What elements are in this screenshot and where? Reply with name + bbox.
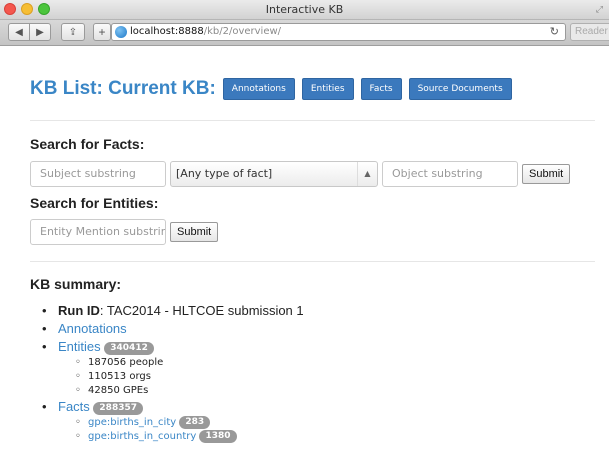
reader-button[interactable]: Reader: [570, 23, 609, 41]
window-title: Interactive KB: [265, 3, 344, 16]
entity-type-item: 110513 orgs: [74, 370, 304, 384]
page-content: KB List: Current KB: Annotations Entitie…: [0, 46, 609, 451]
facts-submit-button[interactable]: Submit: [522, 164, 571, 184]
share-button[interactable]: ⇪: [61, 23, 85, 41]
object-input[interactable]: Object substring: [382, 161, 518, 187]
annotations-link[interactable]: Annotations: [58, 321, 127, 336]
fact-type-link[interactable]: gpe:births_in_country: [88, 431, 196, 442]
address-bar[interactable]: localhost:8888/kb/2/overview/ ↻: [111, 23, 566, 41]
fact-type-item: gpe:births_in_country 1380: [74, 430, 304, 444]
divider: [30, 120, 595, 121]
url-host: localhost:8888: [130, 26, 204, 37]
page-header: KB List: Current KB: Annotations Entitie…: [30, 78, 519, 100]
run-id-item: Run ID: TAC2014 - HLTCOE submission 1: [40, 302, 304, 320]
entity-search-heading: Search for Entities:: [30, 195, 159, 211]
globe-icon: [115, 26, 127, 38]
forward-button[interactable]: ▶: [29, 23, 51, 41]
facts-search-heading: Search for Facts:: [30, 136, 145, 152]
facts-link[interactable]: Facts: [58, 399, 90, 414]
entities-link[interactable]: Entities: [58, 339, 101, 354]
entities-item: Entities 340412 187056 people 110513 org…: [40, 338, 304, 398]
window-titlebar: Interactive KB ⤢: [0, 0, 609, 20]
entities-count-badge: 340412: [104, 342, 154, 355]
new-tab-button[interactable]: +: [93, 23, 111, 41]
entity-type-item: 187056 people: [74, 356, 304, 370]
fullscreen-icon[interactable]: ⤢: [596, 4, 603, 15]
browser-toolbar: ◀ ▶ ⇪ + localhost:8888/kb/2/overview/ ↻ …: [0, 20, 609, 46]
entities-submit-button[interactable]: Submit: [170, 222, 219, 242]
run-id-label: Run ID: [58, 303, 100, 318]
fact-type-count-badge: 283: [179, 416, 211, 429]
subject-input[interactable]: Subject substring: [30, 161, 166, 187]
source-documents-button[interactable]: Source Documents: [408, 78, 512, 100]
run-id-value: : TAC2014 - HLTCOE submission 1: [99, 303, 304, 318]
annotations-item: Annotations: [40, 320, 304, 338]
annotations-button[interactable]: Annotations: [222, 78, 295, 100]
back-button[interactable]: ◀: [8, 23, 30, 41]
entities-button[interactable]: Entities: [301, 78, 354, 100]
entity-mention-input[interactable]: Entity Mention substring: [30, 219, 166, 245]
divider: [30, 261, 595, 262]
url-path: /kb/2/overview/: [203, 26, 282, 37]
facts-count-badge: 288357: [93, 402, 143, 415]
kb-summary: Run ID: TAC2014 - HLTCOE submission 1 An…: [40, 302, 304, 444]
summary-heading: KB summary:: [30, 276, 122, 292]
fact-type-select[interactable]: [Any type of fact] ▲: [170, 161, 378, 187]
fact-type-count-badge: 1380: [199, 430, 237, 443]
facts-button[interactable]: Facts: [360, 78, 402, 100]
facts-item: Facts 288357 gpe:births_in_city 283 gpe:…: [40, 398, 304, 444]
reload-icon[interactable]: ↻: [550, 24, 559, 40]
fact-type-selected: [Any type of fact]: [176, 167, 273, 180]
fact-type-link[interactable]: gpe:births_in_city: [88, 417, 176, 428]
page-title[interactable]: KB List: Current KB:: [30, 78, 216, 100]
select-arrows-icon: ▲: [357, 162, 377, 186]
entity-type-item: 42850 GPEs: [74, 384, 304, 398]
fact-type-item: gpe:births_in_city 283: [74, 416, 304, 430]
